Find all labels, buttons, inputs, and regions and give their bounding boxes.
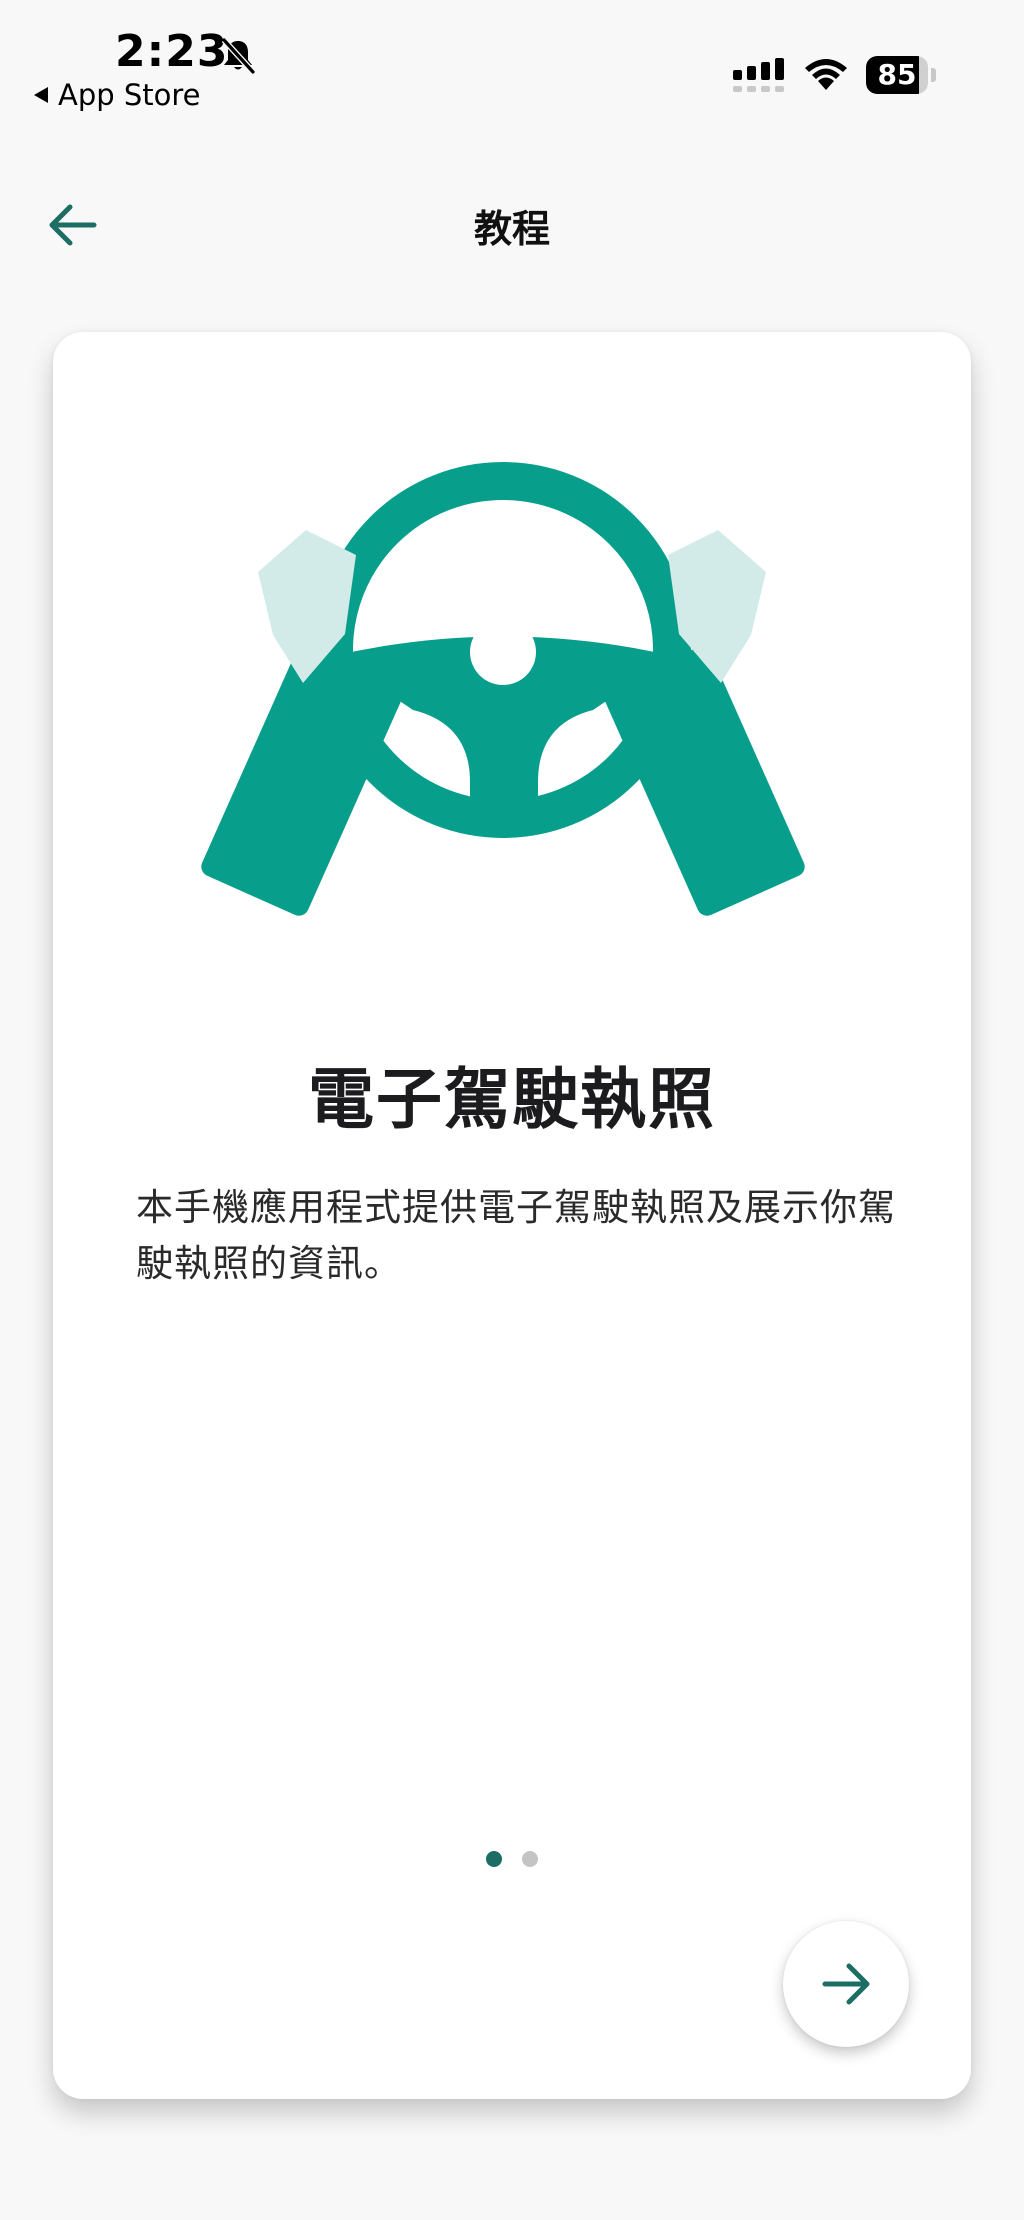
cellular-signal-icon: [733, 58, 784, 92]
back-triangle-icon: [34, 87, 48, 103]
tutorial-card: 電子駕駛執照 本手機應用程式提供電子駕駛執照及展示你駕駛執照的資訊。: [53, 332, 971, 2099]
pager-dot-1[interactable]: [486, 1851, 502, 1867]
card-description: 本手機應用程式提供電子駕駛執照及展示你駕駛執照的資訊。: [136, 1186, 896, 1285]
next-button[interactable]: [783, 1921, 909, 2047]
back-app-label: App Store: [58, 78, 201, 112]
arrow-right-icon: [822, 1963, 870, 2005]
page-indicator: [53, 1851, 971, 1867]
battery-indicator: 85: [866, 56, 938, 94]
steering-wheel-hands-icon: [201, 462, 805, 916]
bell-off-icon: [221, 37, 256, 75]
status-time: 2:23: [115, 26, 229, 77]
page-title: 教程: [473, 207, 550, 251]
card-title: 電子駕駛執照: [308, 1061, 716, 1138]
wifi-icon: [805, 59, 847, 90]
status-bar: 2:23 App Store 85: [0, 0, 1024, 120]
back-to-app-store[interactable]: App Store: [32, 78, 201, 112]
battery-percent: 85: [877, 58, 917, 91]
pager-dot-2[interactable]: [522, 1851, 538, 1867]
